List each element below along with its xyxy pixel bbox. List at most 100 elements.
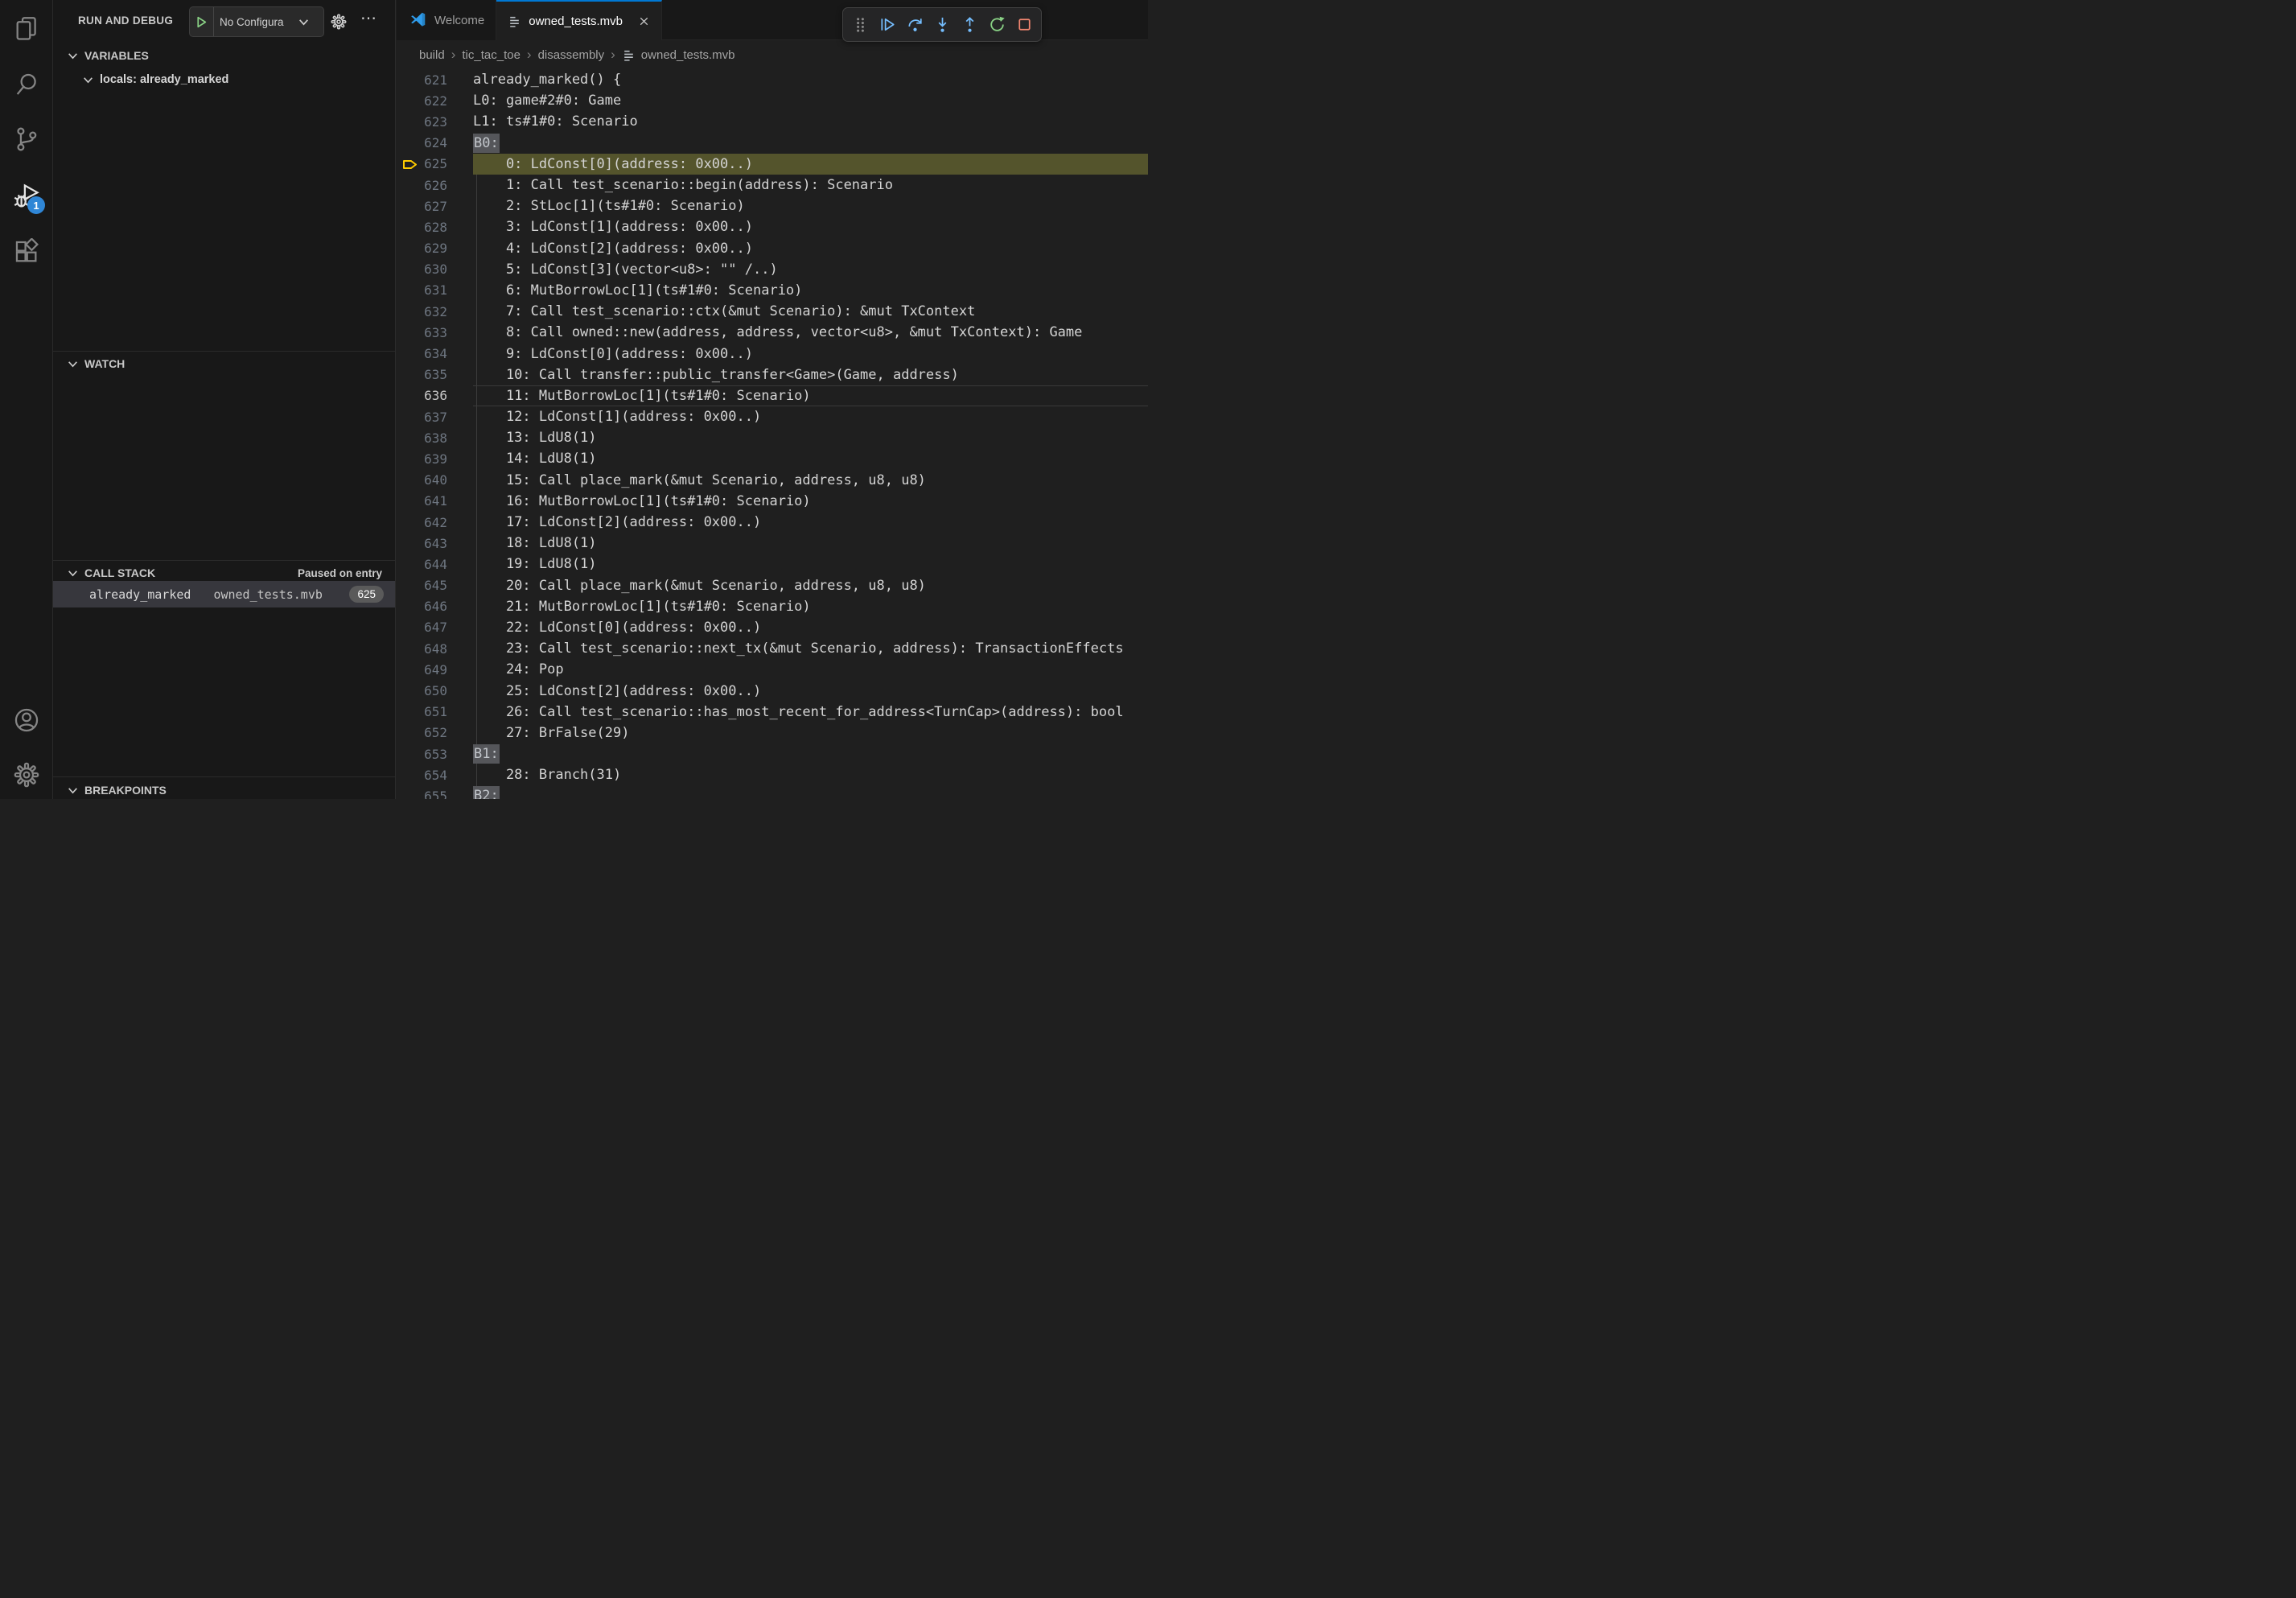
gutter[interactable]: 648 <box>397 638 447 659</box>
gutter[interactable]: 642 <box>397 512 447 533</box>
variables-section-header[interactable]: VARIABLES <box>53 46 395 65</box>
code-line-632[interactable]: 632 7: Call test_scenario::ctx(&mut Scen… <box>397 301 1148 322</box>
extensions-icon[interactable] <box>13 238 40 266</box>
settings-gear-icon[interactable] <box>13 761 40 789</box>
source-control-icon[interactable] <box>13 126 40 153</box>
code-line-655[interactable]: 655B2: <box>397 785 1148 799</box>
code-line-624[interactable]: 624B0: <box>397 133 1148 154</box>
call-stack-frame[interactable]: already_markedowned_tests.mvb625 <box>53 581 395 607</box>
gutter[interactable]: 643 <box>397 533 447 554</box>
code-line-628[interactable]: 628 3: LdConst[1](address: 0x00..) <box>397 216 1148 237</box>
search-icon[interactable] <box>13 71 40 98</box>
gutter[interactable]: 638 <box>397 427 447 448</box>
breadcrumb-item-tic_tac_toe[interactable]: tic_tac_toe <box>462 48 521 62</box>
step-into-button[interactable] <box>928 10 956 39</box>
code-line-648[interactable]: 648 23: Call test_scenario::next_tx(&mut… <box>397 638 1148 659</box>
gutter[interactable]: 650 <box>397 680 447 701</box>
gutter[interactable]: 622 <box>397 90 447 111</box>
gutter[interactable]: 631 <box>397 280 447 301</box>
gutter[interactable]: 635 <box>397 364 447 385</box>
gutter[interactable]: 649 <box>397 659 447 680</box>
code-line-629[interactable]: 629 4: LdConst[2](address: 0x00..) <box>397 238 1148 259</box>
gutter[interactable]: 651 <box>397 702 447 723</box>
gutter[interactable]: 628 <box>397 216 447 237</box>
gear-icon[interactable] <box>330 13 348 31</box>
gutter[interactable]: 644 <box>397 554 447 575</box>
gutter[interactable]: 632 <box>397 301 447 322</box>
code-line-633[interactable]: 633 8: Call owned::new(address, address,… <box>397 322 1148 343</box>
gutter[interactable]: 655 <box>397 785 447 799</box>
gutter[interactable]: 634 <box>397 343 447 364</box>
call-stack-section-header[interactable]: CALL STACK Paused on entry <box>53 563 395 583</box>
code-line-623[interactable]: 623L1: ts#1#0: Scenario <box>397 111 1148 132</box>
code-line-637[interactable]: 637 12: LdConst[1](address: 0x00..) <box>397 406 1148 427</box>
more-actions-icon[interactable]: ⋯ <box>360 8 381 32</box>
restart-button[interactable] <box>983 10 1010 39</box>
code-line-642[interactable]: 642 17: LdConst[2](address: 0x00..) <box>397 512 1148 533</box>
gutter[interactable]: 629 <box>397 238 447 259</box>
gutter[interactable]: 637 <box>397 406 447 427</box>
gutter[interactable]: 621 <box>397 69 447 90</box>
explorer-icon[interactable] <box>13 14 40 42</box>
watch-section-header[interactable]: WATCH <box>53 354 395 373</box>
code-line-630[interactable]: 630 5: LdConst[3](vector<u8>: "" /..) <box>397 259 1148 280</box>
code-line-638[interactable]: 638 13: LdU8(1) <box>397 427 1148 448</box>
start-debug-play-icon[interactable] <box>190 7 214 36</box>
code-line-650[interactable]: 650 25: LdConst[2](address: 0x00..) <box>397 680 1148 701</box>
code-editor[interactable]: 621already_marked() {622L0: game#2#0: Ga… <box>397 69 1148 799</box>
gutter[interactable]: 623 <box>397 111 447 132</box>
tab-welcome[interactable]: Welcome <box>397 0 496 40</box>
gutter[interactable]: 652 <box>397 723 447 743</box>
gutter[interactable]: 626 <box>397 175 447 196</box>
gutter[interactable]: 647 <box>397 617 447 638</box>
close-icon[interactable] <box>638 15 650 27</box>
gutter[interactable]: 653 <box>397 743 447 764</box>
code-line-649[interactable]: 649 24: Pop <box>397 659 1148 680</box>
breadcrumb-item-build[interactable]: build <box>419 48 445 62</box>
code-line-641[interactable]: 641 16: MutBorrowLoc[1](ts#1#0: Scenario… <box>397 491 1148 512</box>
code-line-625[interactable]: 625 0: LdConst[0](address: 0x00..) <box>397 154 1148 175</box>
tab-owned-tests-mvb[interactable]: owned_tests.mvb <box>496 0 662 41</box>
run-and-debug-icon[interactable]: 1 <box>13 183 40 210</box>
gutter[interactable]: 633 <box>397 322 447 343</box>
gutter[interactable]: 625 <box>397 154 447 175</box>
continue-button[interactable] <box>874 10 901 39</box>
gutter[interactable]: 624 <box>397 133 447 154</box>
gutter[interactable]: 639 <box>397 448 447 469</box>
debug-config-dropdown[interactable]: No Configura <box>189 6 324 37</box>
gutter[interactable]: 627 <box>397 196 447 216</box>
breadcrumb-item-owned_tests.mvb[interactable]: owned_tests.mvb <box>641 48 735 62</box>
code-line-644[interactable]: 644 19: LdU8(1) <box>397 554 1148 575</box>
gutter[interactable]: 636 <box>397 385 447 406</box>
gutter[interactable]: 645 <box>397 575 447 596</box>
code-line-626[interactable]: 626 1: Call test_scenario::begin(address… <box>397 175 1148 196</box>
code-line-639[interactable]: 639 14: LdU8(1) <box>397 448 1148 469</box>
code-line-635[interactable]: 635 10: Call transfer::public_transfer<G… <box>397 364 1148 385</box>
code-line-634[interactable]: 634 9: LdConst[0](address: 0x00..) <box>397 343 1148 364</box>
code-line-646[interactable]: 646 21: MutBorrowLoc[1](ts#1#0: Scenario… <box>397 596 1148 617</box>
code-line-653[interactable]: 653B1: <box>397 743 1148 764</box>
gutter[interactable]: 646 <box>397 596 447 617</box>
gutter[interactable]: 630 <box>397 259 447 280</box>
gutter[interactable]: 641 <box>397 491 447 512</box>
code-line-643[interactable]: 643 18: LdU8(1) <box>397 533 1148 554</box>
code-line-651[interactable]: 651 26: Call test_scenario::has_most_rec… <box>397 702 1148 723</box>
code-line-652[interactable]: 652 27: BrFalse(29) <box>397 723 1148 743</box>
code-line-645[interactable]: 645 20: Call place_mark(&mut Scenario, a… <box>397 575 1148 596</box>
breakpoints-section-header[interactable]: BREAKPOINTS <box>53 780 395 800</box>
step-over-button[interactable] <box>901 10 928 39</box>
code-line-654[interactable]: 654 28: Branch(31) <box>397 764 1148 785</box>
code-line-640[interactable]: 640 15: Call place_mark(&mut Scenario, a… <box>397 470 1148 491</box>
toolbar-drag-handle[interactable] <box>846 10 874 39</box>
gutter[interactable]: 654 <box>397 764 447 785</box>
variables-scope-locals[interactable]: locals: already_marked <box>53 69 395 90</box>
code-line-622[interactable]: 622L0: game#2#0: Game <box>397 90 1148 111</box>
account-icon[interactable] <box>13 706 40 734</box>
step-out-button[interactable] <box>956 10 983 39</box>
breadcrumb-item-disassembly[interactable]: disassembly <box>538 48 605 62</box>
stop-button[interactable] <box>1010 10 1038 39</box>
code-line-621[interactable]: 621already_marked() { <box>397 69 1148 90</box>
gutter[interactable]: 640 <box>397 470 447 491</box>
code-line-647[interactable]: 647 22: LdConst[0](address: 0x00..) <box>397 617 1148 638</box>
code-line-627[interactable]: 627 2: StLoc[1](ts#1#0: Scenario) <box>397 196 1148 216</box>
